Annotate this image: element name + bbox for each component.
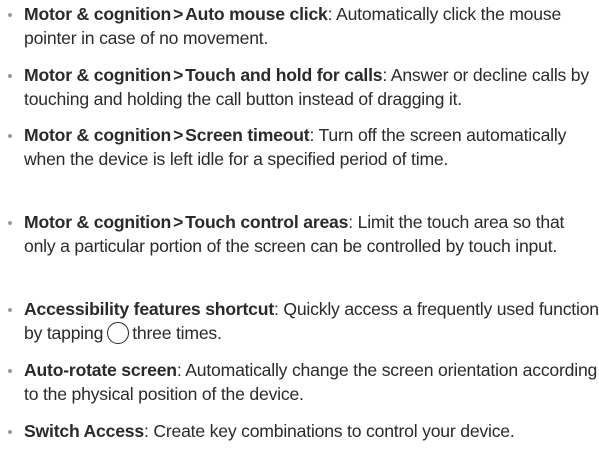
bullet	[0, 2, 24, 17]
item-prefix: Motor & cognition	[24, 65, 172, 85]
separator: >	[173, 212, 184, 232]
list-item-touch-control-areas: Motor & cognition > Touch control areas: L…	[0, 210, 599, 258]
item-text: Motor & cognition > Screen timeout: Turn o…	[24, 123, 599, 171]
list-item-touch-and-hold-for-calls: Motor & cognition > Touch and hold for cal…	[0, 63, 599, 111]
list-item-switch-access: Switch Access: Create key combinations t…	[0, 419, 599, 443]
bullet	[0, 210, 24, 225]
list-item-auto-mouse-click: Motor & cognition > Auto mouse click: Auto…	[0, 2, 599, 50]
home-button-icon	[107, 322, 130, 344]
item-text: Accessibility features shortcut: Quickly…	[24, 297, 599, 345]
item-text: Motor & cognition > Touch control areas: L…	[24, 210, 599, 258]
item-title: Auto-rotate screen	[24, 360, 177, 380]
item-description-tail: three times.	[132, 323, 222, 343]
item-title: Auto mouse click	[185, 4, 328, 24]
item-text: Motor & cognition > Auto mouse click: Auto…	[24, 2, 599, 50]
item-prefix: Motor & cognition	[24, 125, 172, 145]
bullet	[0, 123, 24, 138]
item-title: Accessibility features shortcut	[24, 299, 274, 319]
item-title: Touch and hold for calls	[185, 65, 383, 85]
item-description: : Create key combinations to control you…	[143, 421, 515, 441]
separator: >	[173, 65, 184, 85]
item-text: Auto-rotate screen: Automatically change…	[24, 358, 599, 406]
list-item-auto-rotate-screen: Auto-rotate screen: Automatically change…	[0, 358, 599, 406]
item-text: Motor & cognition > Touch and hold for cal…	[24, 63, 599, 111]
bullet	[0, 419, 24, 434]
list-item-screen-timeout: Motor & cognition > Screen timeout: Turn o…	[0, 123, 599, 171]
separator: >	[173, 4, 184, 24]
list-item-accessibility-features-shortcut: Accessibility features shortcut: Quickly…	[0, 297, 599, 345]
item-prefix: Motor & cognition	[24, 4, 172, 24]
item-title: Touch control areas	[185, 212, 349, 232]
bullet	[0, 358, 24, 373]
item-title: Screen timeout	[185, 125, 310, 145]
item-prefix: Motor & cognition	[24, 212, 172, 232]
bullet	[0, 63, 24, 78]
item-text: Switch Access: Create key combinations t…	[24, 419, 599, 443]
bullet	[0, 297, 24, 312]
separator: >	[173, 125, 184, 145]
accessibility-settings-list: Motor & cognition > Auto mouse click: Auto…	[0, 0, 599, 457]
item-title: Switch Access	[24, 421, 144, 441]
